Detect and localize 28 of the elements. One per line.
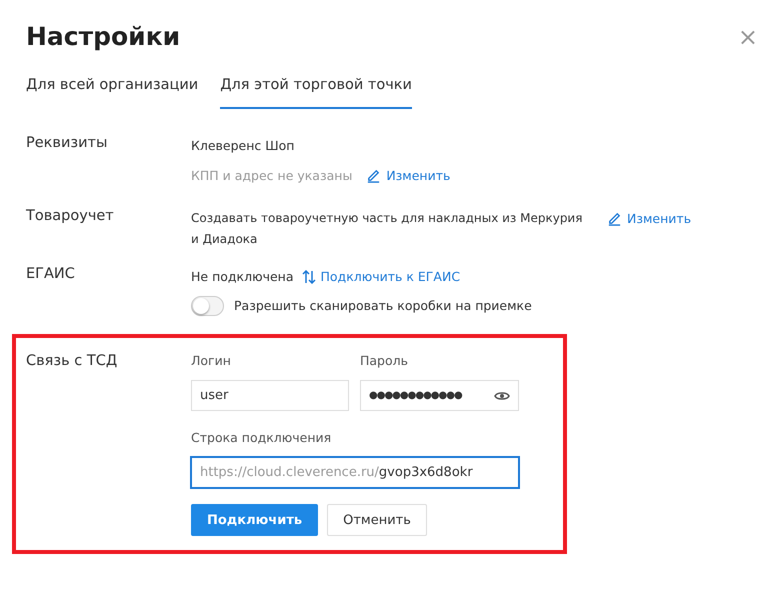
connect-egais-link[interactable]: Подключить к ЕГАИС: [302, 266, 460, 287]
eye-icon[interactable]: [494, 390, 510, 402]
tab[interactable]: Для этой торговой точки: [220, 77, 412, 109]
dialog-title: Настройки: [26, 22, 180, 51]
swap-arrows-icon: [302, 270, 316, 284]
field-label: Логин: [191, 353, 232, 368]
store-name: Клеверенс Шоп: [191, 137, 296, 155]
toggle-switch[interactable]: [191, 296, 224, 316]
edit-link[interactable]: Изменить: [366, 165, 450, 186]
section-label: Реквизиты: [26, 135, 108, 153]
connect-button[interactable]: Подключить: [191, 504, 318, 536]
section-label: Связь с ТСД: [26, 353, 118, 371]
pencil-icon: [366, 168, 382, 183]
egais-status: Не подключена: [191, 268, 294, 286]
requisites-note: КПП и адрес не указаны: [191, 167, 352, 185]
section-label: Товароучет: [26, 208, 115, 226]
accounting-description: Создавать товароучетную часть для накладных из Меркурия и Диадока: [191, 210, 584, 248]
cancel-button[interactable]: Отменить: [327, 504, 427, 536]
tab[interactable]: Для всей организации: [26, 77, 198, 109]
login-field[interactable]: user: [191, 380, 349, 411]
pencil-icon: [607, 211, 622, 226]
toggle-label: Разрешить сканировать коробки на приемке: [234, 297, 532, 315]
password-field[interactable]: ●●●●●●●●●●●●: [360, 380, 519, 411]
field-label: Строка подключения: [191, 430, 332, 445]
connection-string-field[interactable]: https://cloud.cleverence.ru/gvop3x6d8okr: [191, 457, 519, 488]
edit-link[interactable]: Изменить: [607, 208, 692, 229]
field-label: Пароль: [360, 353, 409, 368]
section-label: ЕГАИС: [26, 266, 76, 284]
